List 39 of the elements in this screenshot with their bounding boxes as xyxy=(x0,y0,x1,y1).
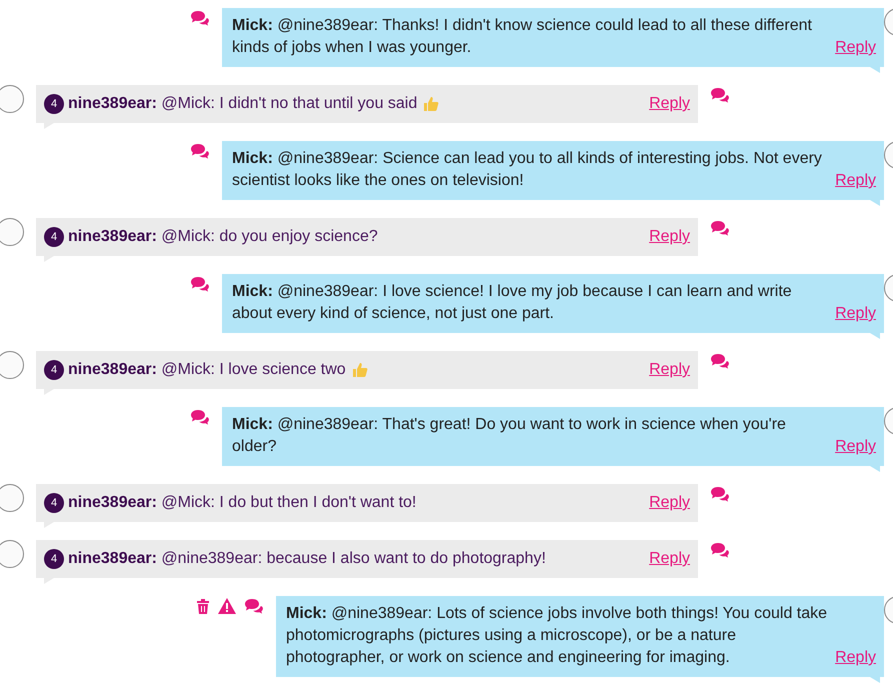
reply-link[interactable]: Reply xyxy=(649,226,690,248)
reply-link[interactable]: Reply xyxy=(835,647,876,669)
speech-bubbles-icon[interactable] xyxy=(710,353,730,369)
speech-bubbles-icon[interactable] xyxy=(710,542,730,558)
message-text: nine389ear: @nine389ear: because I also want to do photography! xyxy=(68,549,546,569)
speech-bubbles-icon[interactable] xyxy=(190,276,210,292)
thumbs-up-icon xyxy=(352,362,368,378)
thumbs-up-icon xyxy=(423,96,440,112)
speech-bubbles-icon[interactable] xyxy=(190,143,210,159)
message-text: nine389ear: @Mick: do you enjoy science? xyxy=(68,227,378,247)
level-badge: 4 xyxy=(44,549,64,569)
level-badge: 4 xyxy=(44,493,64,513)
message-text: Mick: @nine389ear: Science can lead you to all kinds of interesting jobs. Not every scientist looks like the ones on television! xyxy=(232,149,823,191)
trash-icon[interactable] xyxy=(196,598,210,614)
speech-bubbles-icon[interactable] xyxy=(244,598,264,614)
message-text: Mick: @nine389ear: Thanks! I didn't know science could lead to all these different kinds of jobs when I was younger. xyxy=(232,16,813,58)
warning-icon[interactable] xyxy=(218,598,236,614)
reply-link[interactable]: Reply xyxy=(835,170,876,192)
message-text: Mick: @nine389ear: I love science! I love my job because I can learn and write about every kind of science, not just one part. xyxy=(232,282,793,324)
level-badge: 4 xyxy=(44,360,64,380)
level-badge: 4 xyxy=(44,94,64,114)
reply-link[interactable]: Reply xyxy=(649,359,690,381)
speech-bubbles-icon[interactable] xyxy=(190,409,210,425)
reply-link[interactable]: Reply xyxy=(835,37,876,59)
message-text: Mick: @nine389ear: Lots of science jobs involve both things! You could take photomicrographs (pictures using a microscope), or be a nature photographer, or work on science and engineering for imaging. xyxy=(286,604,828,668)
message-text: nine389ear: @Mick: I love science two xyxy=(68,360,346,380)
speech-bubbles-icon[interactable] xyxy=(710,486,730,502)
reply-link[interactable]: Reply xyxy=(835,436,876,458)
speech-bubbles-icon[interactable] xyxy=(710,87,730,103)
reply-link[interactable]: Reply xyxy=(649,93,690,115)
reply-link[interactable]: Reply xyxy=(835,303,876,325)
speech-bubbles-icon[interactable] xyxy=(710,220,730,236)
reply-link[interactable]: Reply xyxy=(649,492,690,514)
reply-link[interactable]: Reply xyxy=(649,548,690,570)
message-text: nine389ear: @Mick: I do but then I don't want to! xyxy=(68,493,416,513)
speech-bubbles-icon[interactable] xyxy=(190,10,210,26)
message-text: nine389ear: @Mick: I didn't no that until you said xyxy=(68,94,418,114)
message-text: Mick: @nine389ear: That's great! Do you want to work in science when you're older? xyxy=(232,415,787,457)
level-badge: 4 xyxy=(44,227,64,247)
